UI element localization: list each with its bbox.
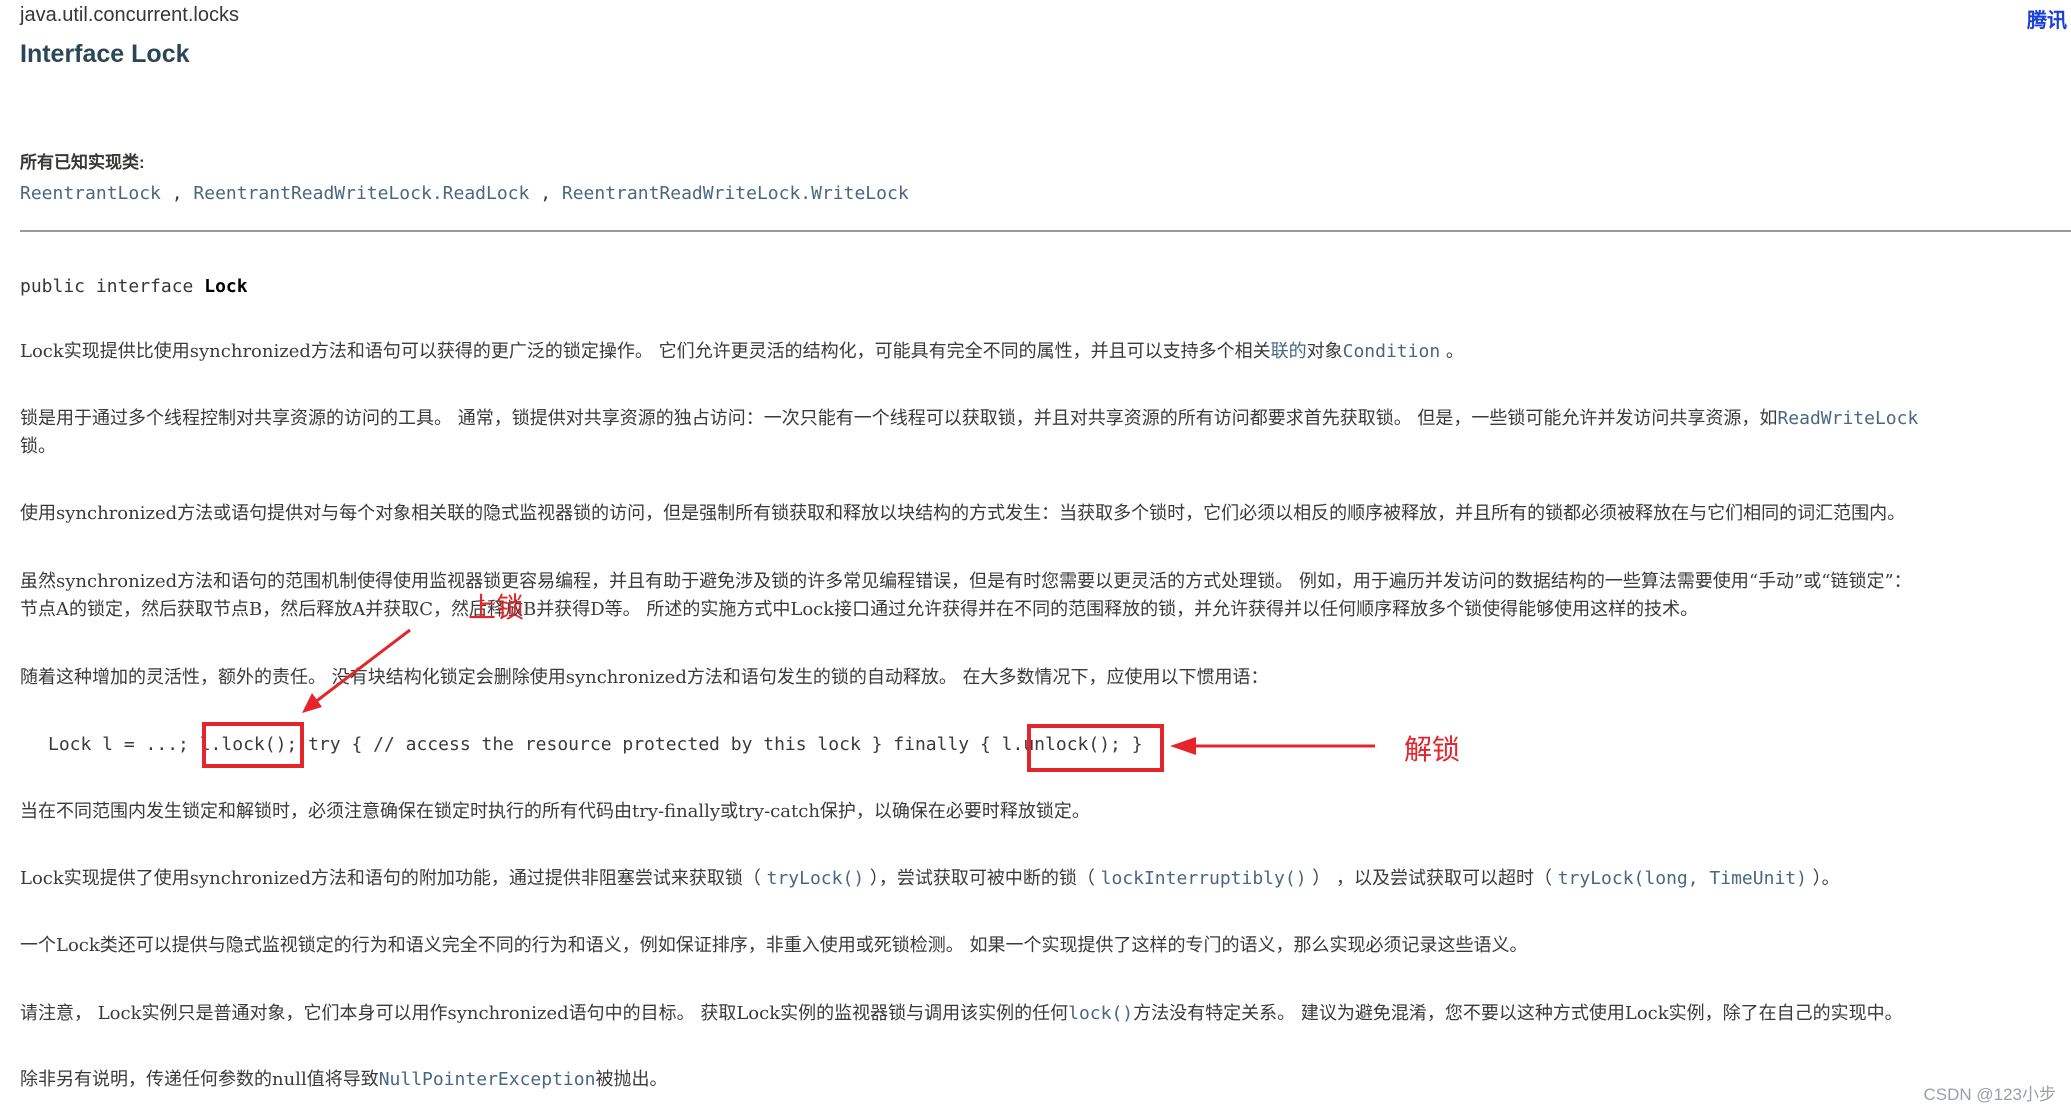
unlock-arrow-head [1170,737,1196,755]
javadoc-page: { "header": { "package": "java.util.conc… [0,0,2071,1112]
annotation-arrows [302,628,1375,755]
lock-arrow-line [309,628,411,708]
lock-annotation-label: 上锁 [468,591,525,624]
watermark: CSDN @123小步 [1923,1085,2056,1104]
lock-arrow-head [302,693,322,713]
unlock-annotation-label: 解锁 [1404,733,1461,766]
